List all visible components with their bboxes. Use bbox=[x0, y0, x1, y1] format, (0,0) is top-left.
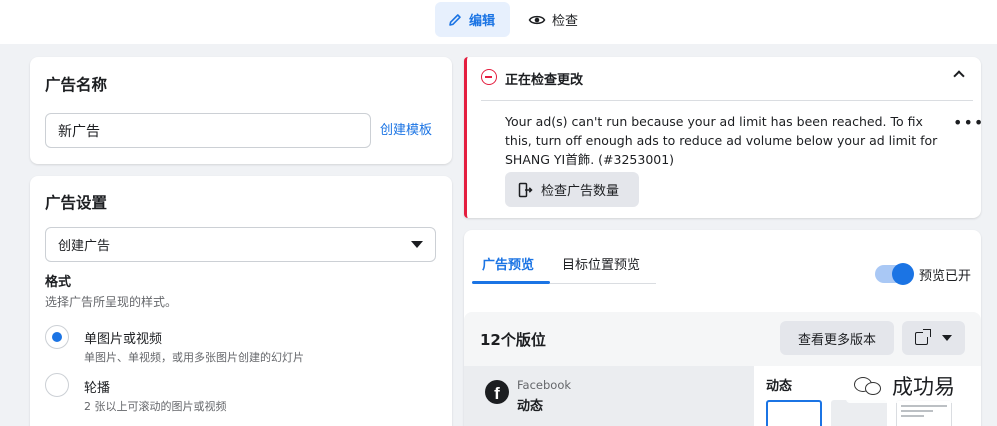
preview-thumbnail[interactable] bbox=[831, 400, 887, 426]
text-line bbox=[901, 410, 934, 412]
eye-icon bbox=[528, 15, 546, 24]
caret-down-icon bbox=[941, 335, 952, 341]
open-external-button[interactable] bbox=[902, 321, 965, 355]
platform-name: Facebook bbox=[517, 378, 572, 392]
format-option-description: 单图片、单视频，或用多张图片创建的幻灯片 bbox=[84, 351, 304, 364]
tab-ad-preview[interactable]: 广告预览 bbox=[482, 254, 534, 273]
ad-name-input[interactable]: 新广告 bbox=[45, 113, 371, 148]
top-bar: 编辑 检查 bbox=[0, 0, 997, 44]
format-option-description: 2 张以上可滚动的图片或视频 bbox=[84, 400, 227, 413]
ad-name-value: 新广告 bbox=[58, 123, 100, 140]
preview-toggle-label: 预览已开 bbox=[919, 269, 972, 284]
preview-thumbnail[interactable] bbox=[896, 400, 952, 426]
review-alert-message: Your ad(s) can't run because your ad lim… bbox=[505, 114, 938, 167]
caret-down-icon bbox=[411, 241, 423, 248]
tab-placement-preview[interactable]: 目标位置预览 bbox=[562, 254, 640, 273]
error-circle-icon bbox=[481, 69, 497, 85]
more-options-icon[interactable]: ••• bbox=[953, 113, 984, 132]
ad-setup-dropdown[interactable]: 创建广告 bbox=[45, 227, 436, 262]
text-line bbox=[901, 415, 924, 417]
view-more-versions-button[interactable]: 查看更多版本 bbox=[780, 321, 894, 355]
check-ad-count-label: 检查广告数量 bbox=[541, 184, 620, 199]
tab-edit-label: 编辑 bbox=[469, 14, 496, 29]
review-alert-title: 正在检查更改 bbox=[505, 73, 584, 88]
format-option-title: 轮播 bbox=[84, 381, 111, 396]
format-radio-carousel[interactable] bbox=[45, 373, 69, 397]
wechat-icon bbox=[852, 374, 886, 398]
format-radio-single-image[interactable] bbox=[45, 325, 69, 349]
ad-name-title: 广告名称 bbox=[45, 76, 108, 94]
pencil-icon bbox=[449, 13, 461, 26]
placement-facebook-feed[interactable]: f Facebook 动态 bbox=[464, 366, 754, 426]
tab-review-label: 检查 bbox=[552, 14, 579, 29]
tab-divider bbox=[550, 283, 656, 284]
ad-setup-dropdown-value: 创建广告 bbox=[58, 239, 111, 254]
divider bbox=[481, 100, 973, 101]
tab-edit[interactable]: 编辑 bbox=[435, 2, 510, 37]
watermark-text: 成功易 bbox=[892, 375, 955, 399]
active-tab-indicator bbox=[472, 281, 550, 284]
toggle-knob bbox=[892, 263, 914, 285]
watermark: 成功易 bbox=[846, 369, 961, 403]
ad-settings-card: 广告设置 创建广告 格式 选择广告所呈现的样式。 单图片或视频 单图片、单视频，… bbox=[30, 176, 452, 426]
facebook-logo-icon: f bbox=[485, 380, 509, 404]
external-link-icon bbox=[915, 328, 932, 345]
platform-placement: 动态 bbox=[517, 399, 544, 414]
review-alert-card: 正在检查更改 Your ad(s) can't run because your… bbox=[464, 57, 984, 218]
text-line bbox=[901, 405, 947, 407]
format-description: 选择广告所呈现的样式。 bbox=[45, 295, 178, 309]
chevron-up-icon[interactable] bbox=[953, 70, 965, 82]
placements-count-title: 12个版位 bbox=[480, 331, 546, 349]
create-template-link[interactable]: 创建模板 bbox=[380, 119, 432, 138]
feed-preview-title: 动态 bbox=[766, 379, 793, 394]
format-label: 格式 bbox=[45, 275, 72, 290]
preview-thumbnail-selected[interactable] bbox=[766, 400, 822, 426]
exit-door-icon bbox=[518, 182, 533, 197]
tab-review[interactable]: 检查 bbox=[528, 2, 578, 37]
format-option-title: 单图片或视频 bbox=[84, 332, 163, 347]
preview-toggle[interactable] bbox=[875, 263, 914, 285]
ad-settings-title: 广告设置 bbox=[45, 194, 108, 212]
check-ad-count-button[interactable]: 检查广告数量 bbox=[505, 172, 639, 207]
ad-name-card: 广告名称 新广告 创建模板 bbox=[30, 57, 452, 164]
